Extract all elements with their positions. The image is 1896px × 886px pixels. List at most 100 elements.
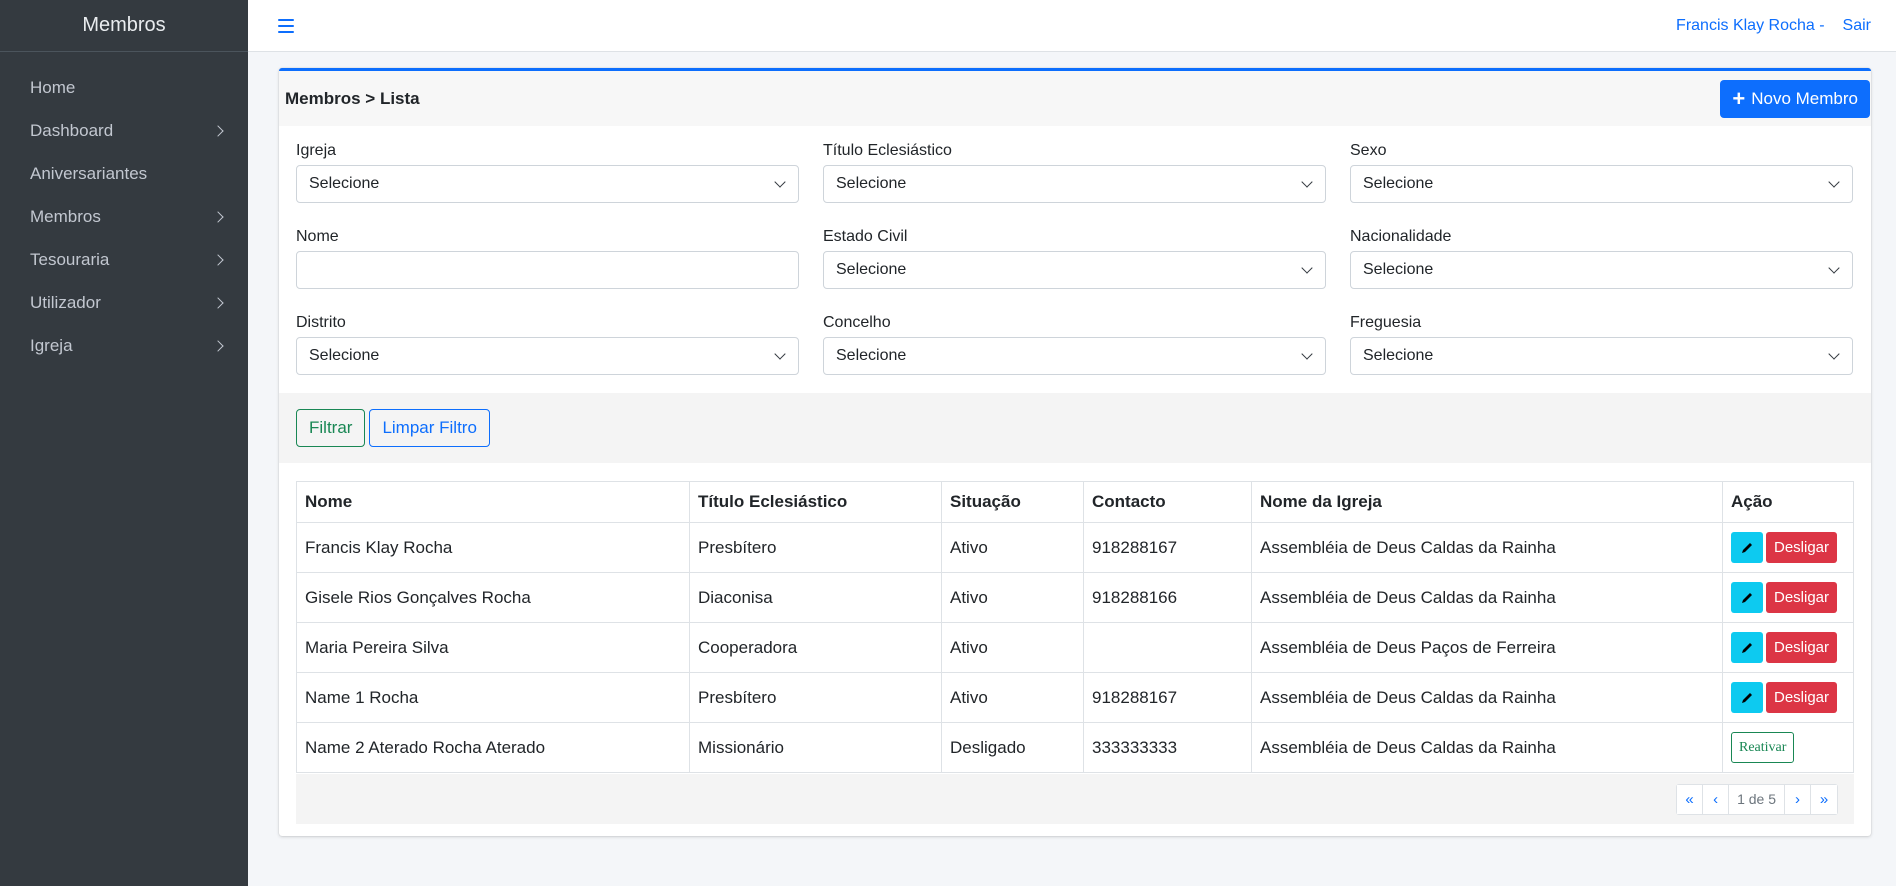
filter-button[interactable]: Filtrar <box>296 409 366 447</box>
first-page-button[interactable]: « <box>1677 784 1704 814</box>
last-page-button[interactable]: » <box>1811 784 1837 814</box>
sidebar-item-tesouraria[interactable]: Tesouraria <box>0 238 248 281</box>
clear-filter-button[interactable]: Limpar Filtro <box>369 409 490 447</box>
cell-igreja: Assembléia de Deus Caldas da Rainha <box>1251 722 1723 773</box>
select-value: Selecione <box>836 261 907 278</box>
cell-acao: Desligar <box>1722 572 1854 623</box>
next-page-button[interactable]: › <box>1785 784 1811 814</box>
brand-title[interactable]: Membros <box>0 0 248 52</box>
sexo-select[interactable]: Selecione <box>1350 165 1853 203</box>
new-member-label: Novo Membro <box>1751 88 1858 108</box>
chevron-down-icon <box>1301 176 1313 188</box>
filter-label: Concelho <box>823 314 891 331</box>
distrito-select[interactable]: Selecione <box>296 337 799 375</box>
chevron-right-icon <box>212 210 224 223</box>
filter-label: Igreja <box>296 142 337 159</box>
deactivate-button[interactable]: Desligar <box>1766 582 1838 613</box>
pagination: « ‹ 1 de 5 › » <box>1676 783 1838 815</box>
cell-igreja: Assembléia de Deus Caldas da Rainha <box>1251 572 1723 623</box>
concelho-select[interactable]: Selecione <box>823 337 1326 375</box>
col-header: Contacto <box>1083 481 1252 523</box>
chevron-right-icon <box>212 339 224 352</box>
table-row: Gisele Rios Gonçalves Rocha Diaconisa At… <box>296 572 1854 623</box>
sidebar-nav: Home Dashboard Aniversariantes Membros T… <box>0 52 248 367</box>
freguesia-select[interactable]: Selecione <box>1350 337 1853 375</box>
sidebar-item-aniversariantes[interactable]: Aniversariantes <box>0 152 248 195</box>
sidebar-item-igreja[interactable]: Igreja <box>0 324 248 367</box>
cell-titulo: Diaconisa <box>689 572 942 623</box>
sidebar-item-label: Igreja <box>30 335 73 355</box>
select-value: Selecione <box>1363 175 1434 192</box>
filter-label: Freguesia <box>1350 314 1422 331</box>
edit-button[interactable] <box>1731 682 1763 713</box>
igreja-select[interactable]: Selecione <box>296 165 799 203</box>
edit-button[interactable] <box>1731 632 1763 663</box>
sidebar-item-dashboard[interactable]: Dashboard <box>0 109 248 152</box>
sidebar-item-label: Dashboard <box>30 120 114 140</box>
cell-situacao: Desligado <box>941 722 1084 773</box>
edit-button[interactable] <box>1731 532 1763 563</box>
cell-acao: Desligar <box>1722 522 1854 573</box>
table-row: Name 1 Rocha Presbítero Ativo 918288167 … <box>296 672 1854 723</box>
members-card: Membros > Lista + Novo Membro Igreja Sel… <box>279 68 1871 836</box>
filter-nacionalidade: Nacionalidade Selecione <box>1350 228 1853 314</box>
pencil-icon <box>1742 692 1752 703</box>
table-footer: « ‹ 1 de 5 › » <box>296 774 1854 824</box>
nome-input[interactable] <box>296 251 799 289</box>
chevron-down-icon <box>1828 262 1840 274</box>
new-member-button[interactable]: + Novo Membro <box>1720 79 1870 118</box>
cell-contacto: 333333333 <box>1083 722 1252 773</box>
filter-concelho: Concelho Selecione <box>823 314 1326 400</box>
user-area: Francis Klay Rocha - Sair <box>1676 17 1871 35</box>
titulo-select[interactable]: Selecione <box>823 165 1326 203</box>
sidebar-item-label: Utilizador <box>30 292 101 312</box>
sidebar-item-utilizador[interactable]: Utilizador <box>0 281 248 324</box>
deactivate-button[interactable]: Desligar <box>1766 682 1838 713</box>
cell-nome: Gisele Rios Gonçalves Rocha <box>296 572 690 623</box>
filter-sexo: Sexo Selecione <box>1350 142 1853 228</box>
filter-label: Nome <box>296 228 339 245</box>
cell-nome: Name 2 Aterado Rocha Aterado <box>296 722 690 773</box>
cell-titulo: Cooperadora <box>689 622 942 673</box>
cell-titulo: Presbítero <box>689 672 942 723</box>
cell-situacao: Ativo <box>941 522 1084 573</box>
hamburger-menu-icon[interactable] <box>278 18 294 33</box>
cell-situacao: Ativo <box>941 622 1084 673</box>
col-header: Nome <box>296 481 690 523</box>
cell-situacao: Ativo <box>941 672 1084 723</box>
col-header: Nome da Igreja <box>1251 481 1723 523</box>
filter-distrito: Distrito Selecione <box>296 314 799 400</box>
plus-icon: + <box>1732 85 1746 111</box>
chevron-right-icon <box>212 124 224 137</box>
user-name-link[interactable]: Francis Klay Rocha - <box>1676 17 1825 35</box>
cell-igreja: Assembléia de Deus Caldas da Rainha <box>1251 522 1723 573</box>
cell-nome: Francis Klay Rocha <box>296 522 690 573</box>
cell-acao: Reativar <box>1722 722 1854 773</box>
sidebar-item-label: Aniversariantes <box>30 163 148 183</box>
members-table: Nome Título Eclesiástico Situação Contac… <box>296 481 1854 773</box>
filter-estado-civil: Estado Civil Selecione <box>823 228 1326 314</box>
prev-page-button[interactable]: ‹ <box>1703 784 1730 814</box>
deactivate-button[interactable]: Desligar <box>1766 532 1838 563</box>
cell-acao: Desligar <box>1722 672 1854 723</box>
col-header: Situação <box>941 481 1084 523</box>
sidebar-item-home[interactable]: Home <box>0 66 248 109</box>
edit-button[interactable] <box>1731 582 1763 613</box>
deactivate-button[interactable]: Desligar <box>1766 632 1838 663</box>
estado-civil-select[interactable]: Selecione <box>823 251 1326 289</box>
top-navbar: Francis Klay Rocha - Sair <box>248 0 1896 52</box>
cell-igreja: Assembléia de Deus Caldas da Rainha <box>1251 672 1723 723</box>
chevron-down-icon <box>1301 348 1313 360</box>
cell-nome: Maria Pereira Silva <box>296 622 690 673</box>
filter-label: Estado Civil <box>823 228 908 245</box>
nacionalidade-select[interactable]: Selecione <box>1350 251 1853 289</box>
cell-contacto: 918288167 <box>1083 522 1252 573</box>
filter-form: Igreja Selecione Título Eclesiástico Sel… <box>279 126 1871 400</box>
table-row: Francis Klay Rocha Presbítero Ativo 9182… <box>296 522 1854 573</box>
cell-titulo: Presbítero <box>689 522 942 573</box>
sidebar-item-membros[interactable]: Membros <box>0 195 248 238</box>
logout-link[interactable]: Sair <box>1843 17 1871 35</box>
reactivate-button[interactable]: Reativar <box>1731 732 1795 763</box>
filter-label: Sexo <box>1350 142 1387 159</box>
filter-titulo: Título Eclesiástico Selecione <box>823 142 1326 228</box>
